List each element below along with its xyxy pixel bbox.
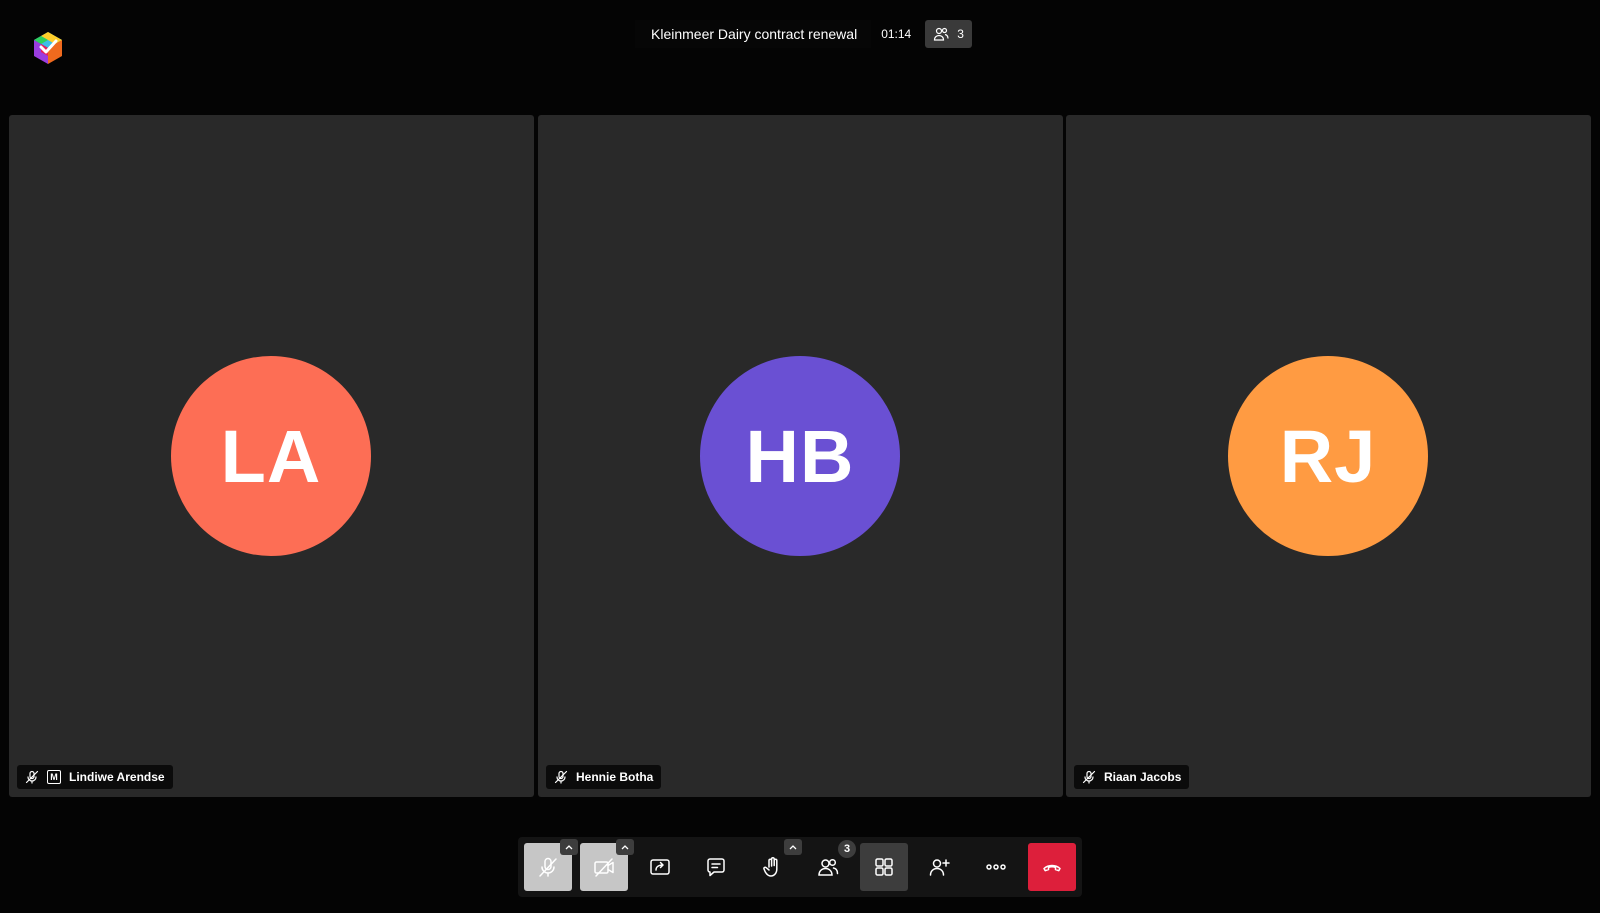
chevron-up-icon: [789, 845, 797, 850]
reactions-options-button[interactable]: [784, 839, 802, 855]
avatar: LA: [171, 356, 371, 556]
chevron-up-icon: [621, 845, 629, 850]
meeting-timer: 01:14: [881, 27, 912, 41]
moderator-icon: M: [47, 770, 61, 784]
chat-button[interactable]: [692, 843, 740, 891]
participants-icon: [818, 858, 839, 876]
participant-name: Lindiwe Arendse: [69, 770, 165, 784]
avatar: RJ: [1228, 356, 1428, 556]
invite-person-icon: [929, 859, 950, 876]
participants-button[interactable]: 3: [804, 840, 856, 891]
invite-button[interactable]: [916, 843, 964, 891]
tile-view-button[interactable]: [860, 843, 908, 891]
leave-meeting-button[interactable]: [1028, 843, 1076, 891]
participant-name-tag: M Lindiwe Arendse: [17, 765, 173, 789]
meeting-toolbar: 3: [518, 837, 1082, 897]
microphone-off-icon: [1082, 770, 1096, 784]
more-options-button[interactable]: [972, 843, 1020, 891]
participant-count: 3: [957, 27, 964, 41]
hang-up-icon: [1043, 864, 1061, 872]
participant-name-tag: Riaan Jacobs: [1074, 765, 1190, 789]
microphone-off-icon: [25, 770, 39, 784]
app-logo-icon: [34, 32, 62, 64]
share-screen-button[interactable]: [636, 843, 684, 891]
participant-count-badge: 3: [838, 840, 856, 858]
microphone-button[interactable]: [524, 839, 578, 891]
camera-off-icon: [594, 858, 614, 877]
participant-name: Riaan Jacobs: [1104, 770, 1182, 784]
avatar: HB: [700, 356, 900, 556]
meeting-header: Kleinmeer Dairy contract renewal 01:14 3: [635, 20, 972, 48]
participant-name: Hennie Botha: [576, 770, 654, 784]
tile-view-icon: [875, 858, 893, 876]
meeting-title: Kleinmeer Dairy contract renewal: [635, 20, 872, 48]
participant-tile[interactable]: HB Hennie Botha: [538, 115, 1063, 797]
camera-button[interactable]: [580, 839, 634, 891]
microphone-off-icon: [554, 770, 568, 784]
participant-count-button[interactable]: 3: [925, 20, 972, 48]
participant-tile[interactable]: RJ Riaan Jacobs: [1066, 115, 1591, 797]
participant-name-tag: Hennie Botha: [546, 765, 662, 789]
participants-icon: [934, 27, 949, 41]
microphone-off-icon: [539, 857, 557, 877]
more-options-icon: [986, 864, 1006, 870]
share-screen-icon: [650, 859, 670, 875]
camera-options-button[interactable]: [616, 839, 634, 855]
chevron-up-icon: [565, 845, 573, 850]
raise-hand-button[interactable]: [748, 839, 802, 891]
participant-tile[interactable]: LA M Lindiwe Arendse: [9, 115, 534, 797]
microphone-options-button[interactable]: [560, 839, 578, 855]
raise-hand-icon: [763, 857, 778, 877]
chat-icon: [707, 858, 725, 877]
